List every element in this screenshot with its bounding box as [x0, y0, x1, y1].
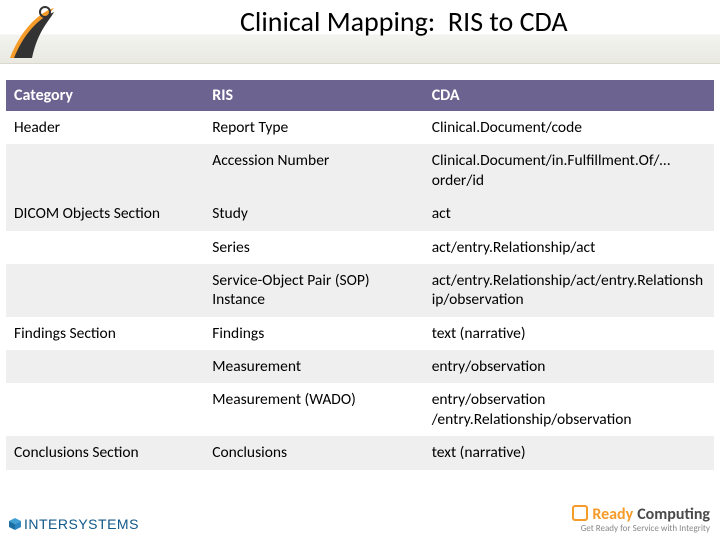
cell-category — [6, 350, 204, 383]
cell-cda: text (narrative) — [424, 436, 714, 469]
cell-ris: Series — [204, 231, 423, 264]
cell-cda: act/entry.Relationship/act — [424, 231, 714, 264]
cell-cda: text (narrative) — [424, 317, 714, 350]
cell-category — [6, 264, 204, 317]
ready-box-icon — [572, 505, 588, 521]
mapping-table: Category RIS CDA HeaderReport TypeClinic… — [6, 80, 714, 470]
cell-cda: Clinical.Document/code — [424, 111, 714, 144]
cell-ris: Measurement — [204, 350, 423, 383]
table-row: Conclusions SectionConclusionstext (narr… — [6, 436, 714, 469]
cell-cda: act — [424, 197, 714, 230]
col-header-cda: CDA — [424, 80, 714, 111]
cell-ris: Accession Number — [204, 144, 423, 197]
cell-category: Conclusions Section — [6, 436, 204, 469]
ready-word: Ready — [592, 505, 633, 524]
slide-header: Clinical Mapping: RIS to CDA — [0, 0, 720, 64]
footer-left-brand: INTERSYSTEMS — [8, 516, 139, 532]
cell-cda: entry/observation — [424, 350, 714, 383]
cell-ris: Report Type — [204, 111, 423, 144]
table-row: Measurement (WADO)entry/observation /ent… — [6, 383, 714, 436]
footer-right-brand: Ready Computing Get Ready for Service wi… — [572, 503, 710, 534]
table-row: Seriesact/entry.Relationship/act — [6, 231, 714, 264]
cell-category: Header — [6, 111, 204, 144]
table-row: DICOM Objects SectionStudyact — [6, 197, 714, 230]
slide-footer: INTERSYSTEMS Ready Computing Get Ready f… — [0, 494, 720, 540]
table-row: Accession NumberClinical.Document/in.Ful… — [6, 144, 714, 197]
cell-ris: Study — [204, 197, 423, 230]
intersystems-cube-icon — [8, 517, 22, 531]
cell-ris: Findings — [204, 317, 423, 350]
slide-title: Clinical Mapping: RIS to CDA — [240, 4, 710, 39]
computing-word: Computing — [637, 505, 710, 524]
swoosh-logo-icon — [4, 2, 58, 60]
cell-ris: Measurement (WADO) — [204, 383, 423, 436]
cell-ris: Conclusions — [204, 436, 423, 469]
cell-ris: Service-Object Pair (SOP) Instance — [204, 264, 423, 317]
col-header-category: Category — [6, 80, 204, 111]
table-row: Findings SectionFindingstext (narrative) — [6, 317, 714, 350]
cell-category — [6, 231, 204, 264]
cell-category: DICOM Objects Section — [6, 197, 204, 230]
table-row: HeaderReport TypeClinical.Document/code — [6, 111, 714, 144]
col-header-ris: RIS — [204, 80, 423, 111]
cell-cda: Clinical.Document/in.Fulfillment.Of/…ord… — [424, 144, 714, 197]
cell-category: Findings Section — [6, 317, 204, 350]
table-row: Measuremententry/observation — [6, 350, 714, 383]
intersystems-wordmark: INTERSYSTEMS — [24, 516, 139, 532]
cell-cda: act/entry.Relationship/act/entry.Relatio… — [424, 264, 714, 317]
table-header-row: Category RIS CDA — [6, 80, 714, 111]
cell-cda: entry/observation /entry.Relationship/ob… — [424, 383, 714, 436]
ready-tagline: Get Ready for Service with Integrity — [572, 523, 710, 534]
cell-category — [6, 383, 204, 436]
table-row: Service-Object Pair (SOP) Instanceact/en… — [6, 264, 714, 317]
cell-category — [6, 144, 204, 197]
mapping-table-container: Category RIS CDA HeaderReport TypeClinic… — [6, 80, 714, 470]
